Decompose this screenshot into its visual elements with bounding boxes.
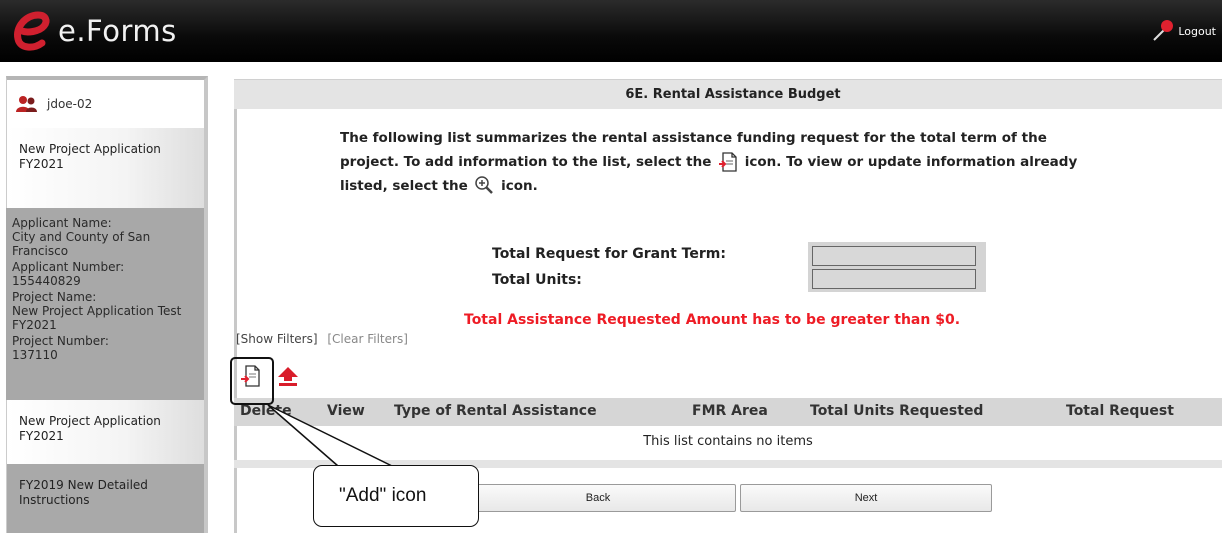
username: jdoe-02 — [47, 97, 93, 111]
applicant-name-label: Applicant Name: — [12, 216, 112, 230]
project-number-value: 137110 — [12, 348, 58, 362]
app-logo: e.Forms — [12, 8, 177, 54]
add-icon-highlight — [230, 357, 274, 405]
add-icon-callout: "Add" icon — [313, 465, 479, 527]
add-document-icon — [719, 152, 737, 172]
sidebar-user[interactable]: jdoe-02 — [6, 76, 208, 128]
eforms-logo-icon — [12, 9, 52, 53]
total-request-label: Total Request for Grant Term: — [492, 246, 726, 262]
table-header: Delete View Type of Rental Assistance FM… — [234, 398, 1222, 426]
project-number-label: Project Number: — [12, 334, 109, 348]
logout-label: Logout — [1178, 24, 1216, 38]
column-total-units-requested[interactable]: Total Units Requested — [810, 403, 983, 419]
column-delete[interactable]: Delete — [240, 403, 292, 419]
sidebar-item-new-project-application[interactable]: New Project Application FY2021 — [6, 128, 208, 208]
project-name-value: New Project Application Test FY2021 — [12, 304, 182, 332]
sidebar-item-new-project-application-current[interactable]: New Project Application FY2021 — [6, 400, 208, 464]
user-icon — [16, 96, 37, 112]
column-total-request[interactable]: Total Request — [1066, 403, 1174, 419]
logout-icon — [1153, 20, 1174, 41]
project-name-label: Project Name: — [12, 290, 97, 304]
sidebar-item-detailed-instructions[interactable]: FY2019 New Detailed Instructions — [6, 464, 208, 533]
page-title: 6E. Rental Assistance Budget — [234, 79, 1222, 109]
show-filters-link[interactable]: [Show Filters] — [236, 332, 318, 346]
app-name: e.Forms — [58, 14, 177, 48]
next-button[interactable]: Next — [740, 484, 992, 512]
filters-bar: [Show Filters] [Clear Filters] — [236, 332, 408, 346]
empty-list-message: This list contains no items — [643, 434, 813, 449]
applicant-name-value: City and County of San Francisco — [12, 230, 151, 258]
totals-field-group — [808, 242, 986, 292]
logout-link[interactable]: Logout — [1150, 18, 1216, 44]
column-fmr-area[interactable]: FMR Area — [692, 403, 768, 419]
applicant-number-label: Applicant Number: — [12, 260, 125, 274]
column-view[interactable]: View — [327, 403, 365, 419]
total-units-label: Total Units: — [492, 272, 582, 288]
back-button[interactable]: Back — [460, 484, 736, 512]
top-bar: e.Forms Logout — [0, 0, 1222, 62]
intro-text: The following list summarizes the rental… — [340, 126, 1100, 198]
total-request-field[interactable] — [812, 246, 976, 266]
column-type-of-rental-assistance[interactable]: Type of Rental Assistance — [394, 403, 597, 419]
total-units-field[interactable] — [812, 269, 976, 289]
upload-icon[interactable] — [276, 366, 300, 388]
clear-filters-link[interactable]: [Clear Filters] — [327, 332, 408, 346]
applicant-info-panel: Applicant Name: City and County of San F… — [6, 208, 208, 400]
applicant-number-value: 155440829 — [12, 274, 81, 288]
sidebar: jdoe-02 New Project Application FY2021 A… — [0, 76, 208, 533]
error-message: Total Assistance Requested Amount has to… — [464, 312, 961, 328]
content-left-border — [234, 109, 237, 533]
intro-text-part3: icon. — [501, 178, 538, 194]
magnify-icon — [475, 176, 494, 194]
